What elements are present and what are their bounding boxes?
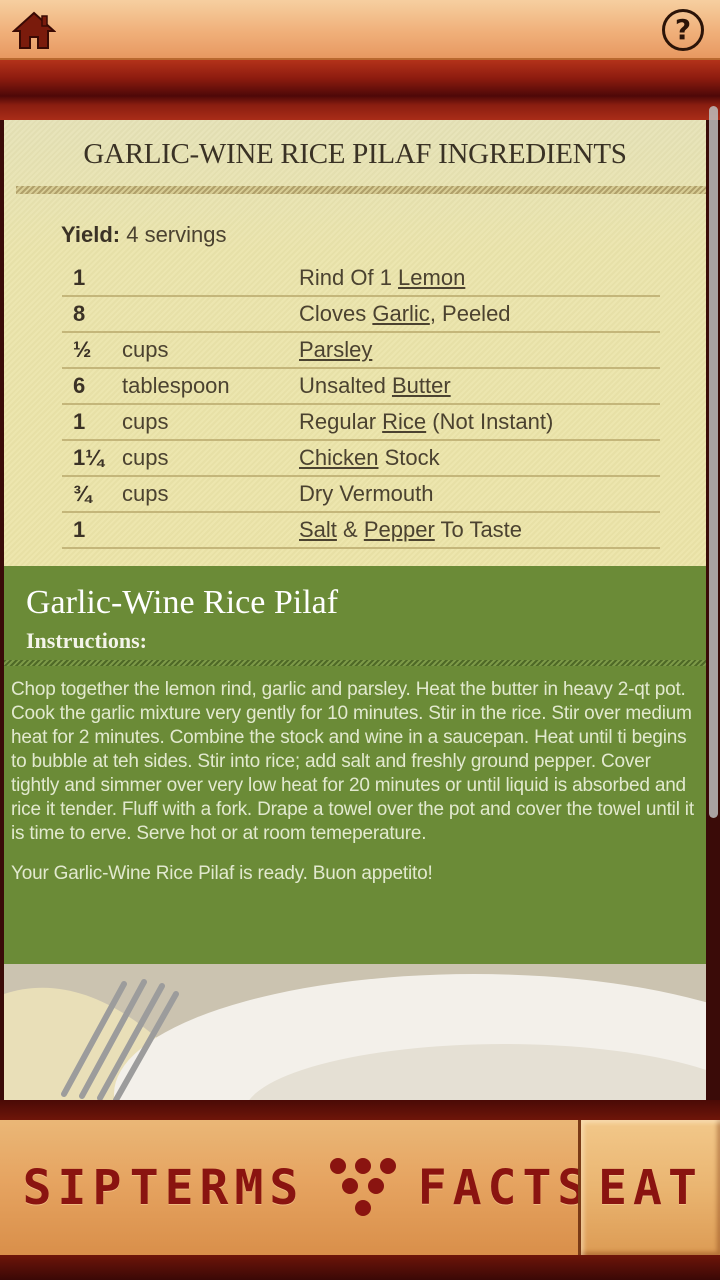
ingredient-link[interactable]: Parsley (299, 337, 372, 362)
ingredient-text: Cloves (299, 301, 373, 326)
ingredient-link[interactable]: Rice (382, 409, 426, 434)
ingredient-link[interactable]: Salt (299, 517, 337, 542)
ingredient-unit: cups (122, 404, 299, 441)
ingredients-title: GARLIC-WINE RICE PILAF INGREDIENTS (83, 138, 627, 170)
ingredient-text: Stock (378, 445, 440, 470)
scrollbar[interactable] (709, 106, 718, 818)
instructions-text: Chop together the lemon rind, garlic and… (11, 678, 701, 886)
instructions-label: Instructions: (26, 628, 148, 653)
ingredient-qty: 1¼ (62, 440, 122, 477)
ingredient-unit (122, 296, 299, 333)
recipe-content[interactable]: GARLIC-WINE RICE PILAF INGREDIENTS Yield… (4, 120, 706, 1100)
instructions-closing: Your Garlic-Wine Rice Pilaf is ready. Bu… (11, 863, 433, 884)
ingredient-row: 1¼ cups Chicken Stock (62, 440, 660, 477)
ingredient-row: 1 Rind Of 1 Lemon (62, 260, 660, 297)
ingredient-qty: 1 (62, 260, 122, 297)
ingredient-qty: 1 (62, 512, 122, 549)
ingredients-table: 1 Rind Of 1 Lemon 8 Cloves Garlic, Peeled ½ c… (62, 260, 660, 549)
recipe-name: Garlic-Wine Rice Pilaf (26, 584, 339, 621)
ingredient-name: Chicken Stock (299, 440, 660, 477)
ingredient-unit: tablespoon (122, 368, 299, 405)
nav-terms[interactable]: TERMS (130, 1120, 299, 1255)
ingredient-row: ¾ cups Dry Vermouth (62, 476, 660, 513)
ingredient-link[interactable]: Chicken (299, 445, 378, 470)
ingredient-text: & (336, 517, 364, 542)
ingredient-text: Regular (299, 409, 383, 434)
yield-value: 4 servings (126, 222, 227, 247)
ingredient-qty: ¾ (62, 476, 122, 513)
ingredient-text: To Taste (434, 517, 523, 542)
ingredient-text: Unsalted (299, 373, 392, 398)
ingredient-row: 6 tablespoon Unsalted Butter (62, 368, 660, 405)
ingredient-name: Parsley (299, 332, 660, 369)
nav-facts[interactable]: FACTS (418, 1120, 587, 1255)
nav-bottom-band (0, 1255, 720, 1280)
ingredient-text: (Not Instant) (426, 409, 554, 434)
grapes-icon[interactable] (320, 1120, 406, 1255)
ingredient-text: , Peeled (429, 301, 511, 326)
ingredient-link[interactable]: Pepper (364, 517, 435, 542)
ingredient-qty: 8 (62, 296, 122, 333)
title-divider (16, 186, 706, 194)
ingredient-link[interactable]: Garlic (372, 301, 429, 326)
ingredient-unit: cups (122, 332, 299, 369)
ingredient-qty: 6 (62, 368, 122, 405)
ingredient-qty: ½ (62, 332, 122, 369)
ingredient-unit (122, 512, 299, 549)
nav-top-band (0, 1100, 720, 1120)
ingredient-qty: 1 (62, 404, 122, 441)
ingredients-panel: GARLIC-WINE RICE PILAF INGREDIENTS Yield… (4, 120, 706, 566)
instructions-body: Chop together the lemon rind, garlic and… (11, 679, 694, 844)
ingredient-name: Dry Vermouth (299, 476, 660, 513)
ingredient-unit: cups (122, 476, 299, 513)
ingredient-row: 8 Cloves Garlic, Peeled (62, 296, 660, 333)
ingredient-text: Dry Vermouth (299, 481, 434, 506)
ingredient-name: Regular Rice (Not Instant) (299, 404, 660, 441)
help-icon[interactable]: ? (662, 9, 704, 51)
ingredient-name: Unsalted Butter (299, 368, 660, 405)
ingredient-row: ½ cups Parsley (62, 332, 660, 369)
ingredient-text: Rind Of 1 (299, 264, 399, 290)
instructions-panel: Garlic-Wine Rice Pilaf Instructions: Cho… (4, 566, 706, 964)
ingredient-link[interactable]: Lemon (398, 265, 465, 290)
nav-eat-tab[interactable]: EAT (578, 1120, 720, 1255)
nav-eat[interactable]: EAT (581, 1120, 720, 1255)
yield-label: Yield: (61, 222, 121, 247)
home-icon[interactable] (11, 10, 57, 52)
header-band (0, 60, 720, 120)
nav-sip[interactable]: SIP (23, 1120, 122, 1255)
yield: Yield: 4 servings (61, 222, 227, 248)
instructions-divider (4, 660, 706, 666)
recipe-photo (4, 964, 706, 1100)
top-bar: ? (0, 0, 720, 60)
ingredient-link[interactable]: Butter (392, 373, 451, 398)
ingredient-name: Rind Of 1 Lemon (299, 260, 660, 297)
ingredient-unit: cups (122, 440, 299, 477)
ingredient-unit (122, 260, 299, 297)
ingredient-row: 1 cups Regular Rice (Not Instant) (62, 404, 660, 441)
ingredient-row: 1 Salt & Pepper To Taste (62, 512, 660, 549)
ingredient-name: Cloves Garlic, Peeled (299, 296, 660, 333)
ingredient-name: Salt & Pepper To Taste (299, 512, 660, 549)
